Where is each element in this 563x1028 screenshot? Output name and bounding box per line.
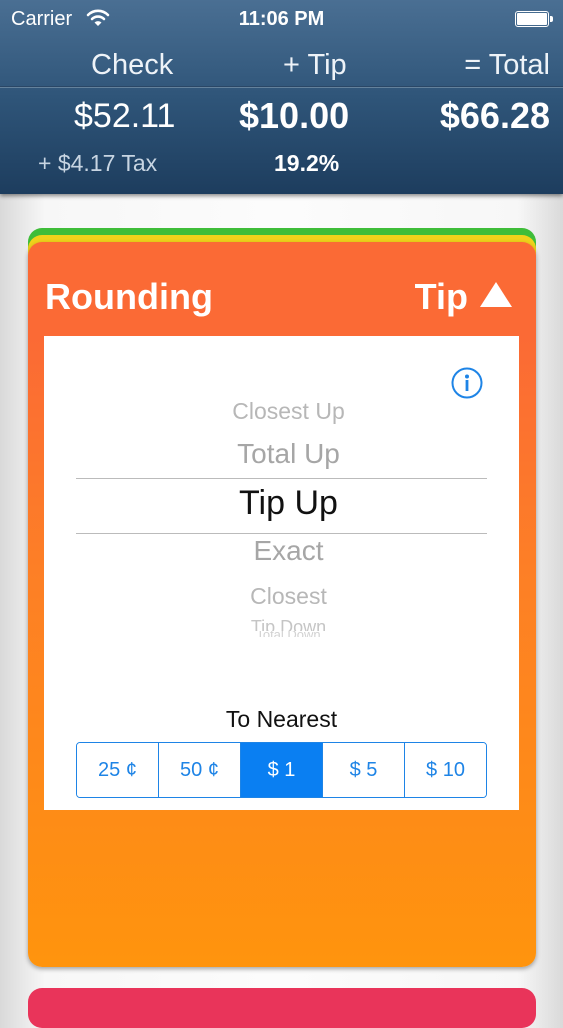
picker-option[interactable]: Total Down [44, 631, 533, 637]
total-amount[interactable]: $66.28 [440, 95, 550, 137]
nearest-option-10-dollars[interactable]: $ 10 [405, 743, 486, 797]
picker-option[interactable]: Total Up [44, 438, 533, 470]
total-column-label: = Total [464, 49, 550, 81]
picker-option[interactable]: Exact [44, 535, 533, 567]
picker-selection-line [76, 533, 487, 534]
status-bar: Carrier 11:06 PM [0, 0, 563, 38]
tip-percent[interactable]: 19.2% [274, 150, 339, 177]
card-title: Rounding [45, 276, 213, 317]
nearest-option-1-dollar[interactable]: $ 1 [241, 743, 323, 797]
stacked-card-red[interactable] [28, 988, 536, 1028]
tip-column-label: + Tip [283, 49, 347, 81]
nearest-option-25-cents[interactable]: 25 ¢ [77, 743, 159, 797]
nearest-option-5-dollars[interactable]: $ 5 [323, 743, 405, 797]
rounding-panel: Closest Up Total Up Tip Up Exact Closest… [44, 336, 519, 810]
picker-option[interactable]: Closest [44, 583, 533, 610]
nearest-segmented-control: 25 ¢ 50 ¢ $ 1 $ 5 $ 10 [76, 742, 487, 798]
to-nearest-label: To Nearest [225, 706, 338, 732]
rounding-mode-picker[interactable]: Closest Up Total Up Tip Up Exact Closest… [44, 336, 519, 656]
picker-option[interactable]: Tip Down [44, 617, 533, 631]
tip-toggle-label: Tip [414, 276, 468, 317]
picker-option[interactable]: Closest Up [44, 398, 533, 425]
check-column-label: Check [91, 49, 174, 81]
summary-header: Carrier 11:06 PM Check + Tip = Total $52… [0, 0, 563, 194]
picker-option-selected[interactable]: Tip Up [44, 484, 533, 523]
tip-amount[interactable]: $10.00 [239, 95, 349, 137]
tax-amount[interactable]: + $4.17 Tax [38, 150, 157, 177]
battery-icon [515, 11, 553, 27]
rounding-card: Rounding Tip Closest Up Total Up Tip Up … [28, 242, 536, 967]
clock: 11:06 PM [238, 8, 325, 30]
nearest-option-50-cents[interactable]: 50 ¢ [159, 743, 241, 797]
header-divider [0, 86, 563, 87]
check-amount[interactable]: $52.11 [74, 97, 175, 136]
tip-toggle-button[interactable]: Tip [415, 276, 512, 318]
triangle-up-icon [480, 282, 512, 307]
picker-selection-line [76, 478, 487, 479]
